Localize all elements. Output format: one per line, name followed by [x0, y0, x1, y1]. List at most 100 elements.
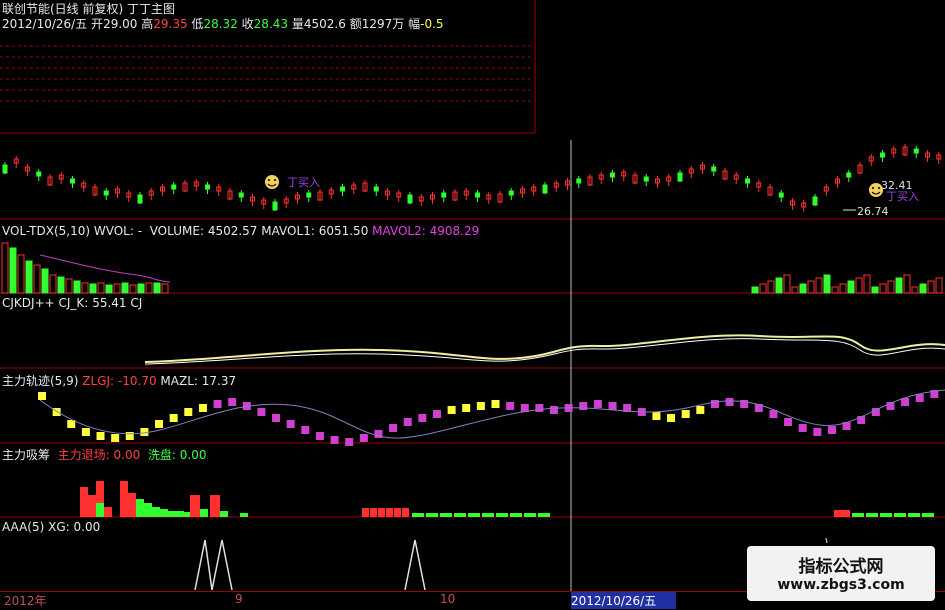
- xc-green-bar: [866, 513, 878, 517]
- zl-panel-name: 主力轨迹(5,9): [2, 374, 79, 388]
- exit-label: 主力退场:: [57, 448, 110, 462]
- volume-bar: [911, 286, 919, 294]
- volume-bar: [775, 277, 783, 294]
- xc-red-bar: [386, 508, 393, 517]
- xc-green-bar: [440, 513, 452, 517]
- volume-bar: [81, 282, 89, 294]
- candle-body: [238, 192, 244, 198]
- volume-bar: [121, 282, 129, 294]
- grid-lines: [0, 45, 535, 102]
- watermark: 指标公式网 www.zbgs3.com: [747, 546, 935, 601]
- zl-block: [593, 400, 602, 408]
- xc-bars: [80, 481, 934, 517]
- candle-body: [778, 192, 784, 198]
- volume-bar: [153, 282, 161, 294]
- candle-body: [103, 190, 109, 196]
- aaa-panel-legend: AAA(5) XG: 0.00: [2, 520, 100, 534]
- volume-bar: [919, 283, 927, 294]
- mavol1-label: MAVOL1:: [261, 224, 315, 238]
- xc-red-bar: [834, 510, 850, 517]
- zl-block: [784, 418, 793, 426]
- zl-block: [550, 406, 559, 414]
- vol-panel-name: VOL-TDX(5,10): [2, 224, 91, 238]
- candle-body: [272, 201, 278, 211]
- zl-block: [418, 414, 427, 422]
- volume-bar: [895, 277, 903, 294]
- candle-body: [340, 186, 345, 192]
- xc-red-bar: [210, 495, 220, 517]
- zl-block: [725, 398, 734, 406]
- xc-green-bar: [176, 511, 184, 517]
- volume-bar: [41, 268, 49, 294]
- mavol1-value: 6051.50: [318, 224, 369, 238]
- xg-value: 0.00: [73, 520, 101, 534]
- candle-body: [677, 172, 683, 182]
- kdj-panel-legend: CJKDJ++ CJ_K: 55.41 CJ: [2, 296, 142, 310]
- zl-block: [432, 410, 441, 418]
- aaa-signal-line: [194, 539, 426, 591]
- xc-red-bar: [88, 495, 96, 517]
- xc-green-bar: [880, 513, 892, 517]
- zl-block: [462, 404, 471, 412]
- zl-block: [476, 402, 485, 410]
- wvol-label: WVOL: -: [93, 224, 143, 238]
- zl-blocks: [38, 390, 939, 446]
- zl-block: [169, 414, 178, 422]
- wash-label: 洗盘:: [147, 448, 176, 462]
- cursor-date: 2012/10/26/五: [571, 592, 676, 609]
- xc-green-bar: [922, 513, 934, 517]
- volume-bar: [863, 274, 871, 294]
- volume-bar: [113, 283, 121, 294]
- zl-block: [228, 398, 237, 406]
- zl-block: [608, 402, 617, 410]
- candle-body: [70, 178, 75, 184]
- zl-block: [184, 408, 193, 416]
- candle-body: [205, 184, 210, 190]
- volume-bar: [145, 282, 153, 294]
- candle-body: [508, 190, 514, 196]
- kdj-d-line: [144, 338, 945, 365]
- xc-green-bar: [96, 503, 104, 517]
- candle-body: [880, 152, 885, 158]
- volume-bar: [847, 280, 855, 294]
- volume-bar: [839, 283, 847, 294]
- zl-block: [798, 424, 807, 432]
- candle-body: [576, 178, 582, 184]
- low-mark: 26.74: [857, 205, 889, 218]
- volume-bar: [855, 277, 863, 294]
- candle-body: [137, 194, 143, 204]
- zl-block: [579, 402, 588, 410]
- zl-block: [535, 404, 544, 412]
- kdj-k-line: [144, 334, 945, 363]
- mavol2-label: MAVOL2:: [372, 224, 426, 238]
- volume-bar: [89, 283, 97, 294]
- candle-body: [407, 194, 413, 204]
- volume-bar: [65, 278, 73, 294]
- volume-bar: [161, 283, 169, 294]
- mazl-value: 17.37: [201, 374, 237, 388]
- xc-green-bar: [152, 507, 160, 517]
- zl-block: [447, 406, 456, 414]
- zl-block: [813, 428, 822, 436]
- buy-annotation-1: 丁买入: [287, 176, 320, 189]
- zlgj-label: ZLGJ:: [82, 374, 115, 388]
- volume-bar: [767, 280, 775, 294]
- xc-green-bar: [538, 513, 550, 517]
- exit-value: 0.00: [113, 448, 141, 462]
- zl-panel-legend: 主力轨迹(5,9) ZLGJ: -10.70 MAZL: 17.37: [2, 372, 236, 389]
- volume-bar: [791, 286, 799, 294]
- zl-block: [491, 400, 500, 408]
- volume-bar: [9, 247, 17, 294]
- zl-block: [125, 432, 134, 440]
- axis-year: 2012年: [4, 594, 47, 608]
- volume-bar: [49, 274, 57, 294]
- xc-green-bar: [510, 513, 522, 517]
- candle-body: [373, 186, 379, 192]
- candle-body: [441, 192, 447, 198]
- xc-red-bar: [362, 508, 369, 517]
- xc-green-bar: [136, 499, 144, 517]
- xc-green-bar: [160, 509, 168, 517]
- high-mark: 32.41: [881, 179, 913, 192]
- xc-red-bar: [128, 493, 136, 517]
- xc-red-bar: [104, 507, 112, 517]
